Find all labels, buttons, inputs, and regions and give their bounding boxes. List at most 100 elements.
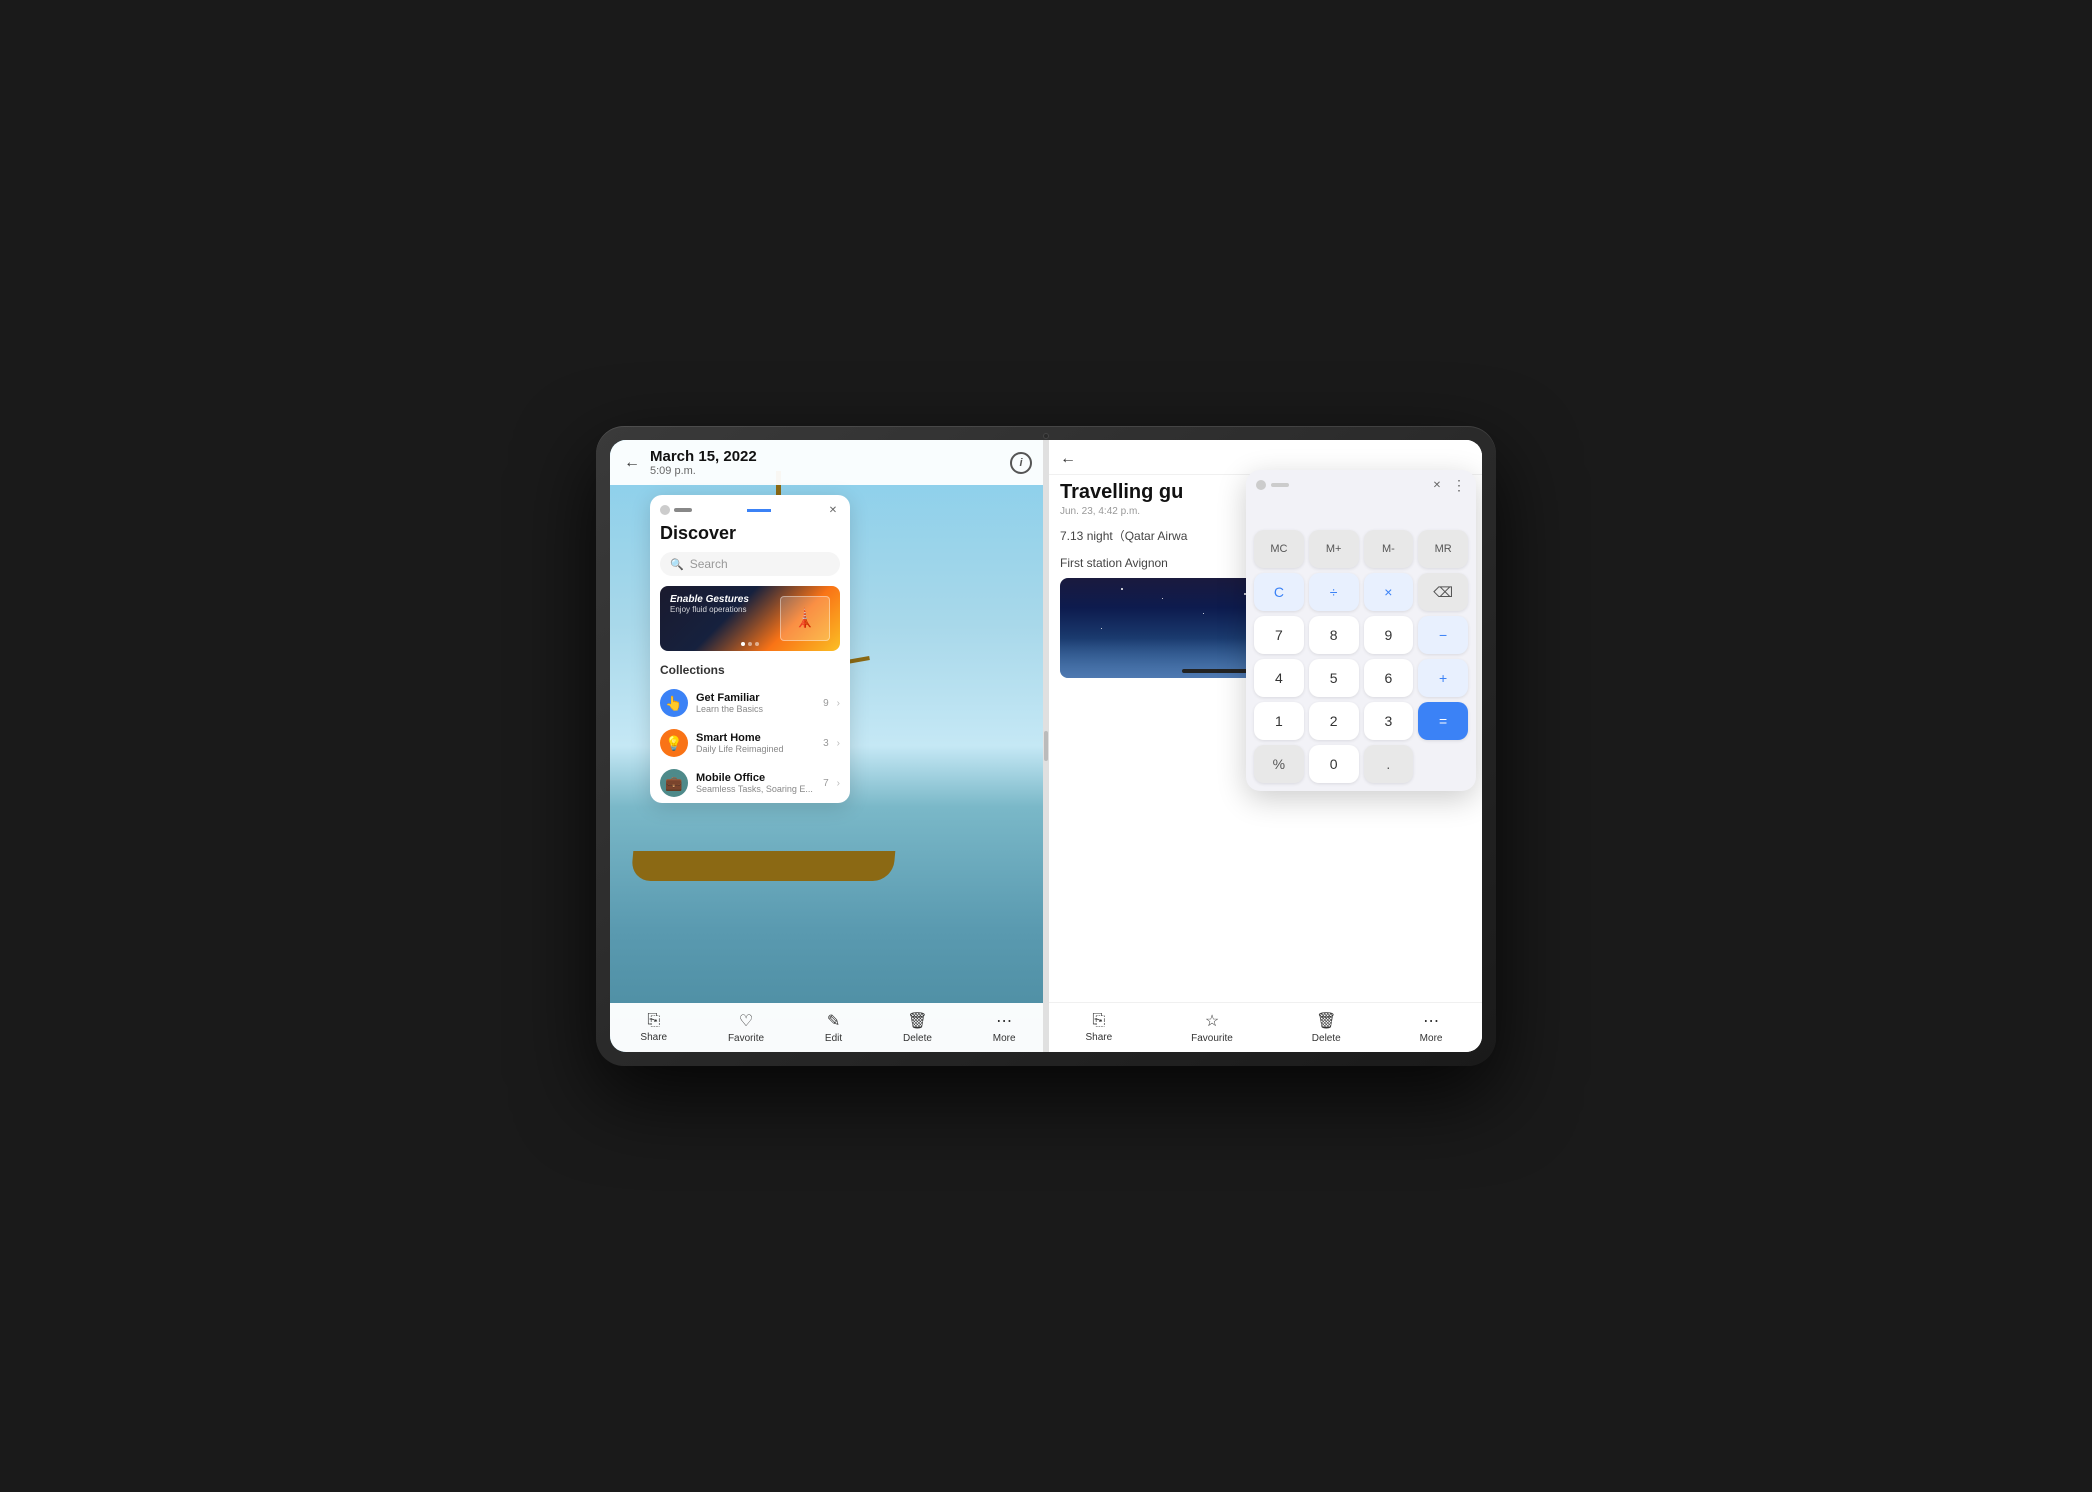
calc-btn-mminus[interactable]: M- (1364, 530, 1414, 568)
calc-btn-1[interactable]: 1 (1254, 702, 1304, 740)
calc-btn-percent[interactable]: % (1254, 745, 1304, 783)
right-favourite-button[interactable]: ☆ Favourite (1191, 1011, 1233, 1044)
collections-label: Collections (650, 661, 850, 683)
info-icon[interactable]: i (1010, 452, 1032, 474)
left-topbar-left: ← March 15, 2022 5:09 p.m. (624, 448, 757, 477)
calc-btn-mr[interactable]: MR (1418, 530, 1468, 568)
left-edit-button[interactable]: ✎ Edit (825, 1011, 842, 1044)
left-share-button[interactable]: ⎘ Share (640, 1012, 667, 1043)
smart-home-desc: Daily Life Reimagined (696, 744, 815, 754)
discover-panel: ✕ Discover 🔍 Search Enable Gestures Enjo… (650, 495, 850, 803)
left-topbar: ← March 15, 2022 5:09 p.m. i (610, 440, 1046, 485)
banner-text: Enable Gestures Enjoy fluid operations (670, 594, 749, 614)
discover-close-btn[interactable]: ✕ (826, 503, 840, 517)
left-title: March 15, 2022 (650, 448, 757, 465)
star (1101, 628, 1102, 629)
right-panel: ← Travelling gu Jun. 23, 4:42 p.m. 7.13 … (1046, 440, 1482, 1052)
left-back-button[interactable]: ← (624, 454, 640, 472)
discover-search-bar[interactable]: 🔍 Search (660, 552, 840, 576)
smart-home-icon: 💡 (660, 729, 688, 757)
mobile-office-desc: Seamless Tasks, Soaring E... (696, 784, 815, 794)
calc-minimize-btn[interactable] (1271, 483, 1289, 487)
left-favorite-button[interactable]: ♡ Favorite (728, 1011, 764, 1044)
left-more-button[interactable]: ⋯ More (993, 1011, 1016, 1044)
left-date: 5:09 p.m. (650, 465, 757, 477)
calc-btn-7[interactable]: 7 (1254, 616, 1304, 654)
calc-btn-2[interactable]: 2 (1309, 702, 1359, 740)
right-more-icon: ⋯ (1423, 1011, 1439, 1031)
calc-btn-plus[interactable]: + (1418, 659, 1468, 697)
right-delete-button[interactable]: 🗑 Delete (1312, 1011, 1341, 1044)
right-share-button[interactable]: ⎘ Share (1085, 1012, 1112, 1043)
get-familiar-text: Get Familiar Learn the Basics (696, 692, 815, 714)
calc-btn-multiply[interactable]: × (1364, 573, 1414, 611)
right-more-button[interactable]: ⋯ More (1420, 1011, 1443, 1044)
calc-btn-divide[interactable]: ÷ (1309, 573, 1359, 611)
calc-titlebar: ✕ ⋮ (1246, 470, 1476, 500)
star (1162, 598, 1163, 599)
calc-btn-0[interactable]: 0 (1309, 745, 1359, 783)
calc-win-controls (1256, 480, 1289, 490)
collection-item-smart-home[interactable]: 💡 Smart Home Daily Life Reimagined 3 › (650, 723, 850, 763)
more-icon: ⋯ (996, 1011, 1012, 1031)
right-favourite-icon: ☆ (1205, 1011, 1219, 1031)
calc-btn-9[interactable]: 9 (1364, 616, 1414, 654)
calc-btn-4[interactable]: 4 (1254, 659, 1304, 697)
lighthouse-icon: 🗼 (794, 608, 816, 629)
banner-subtitle: Enjoy fluid operations (670, 605, 749, 614)
calc-btn-mplus[interactable]: M+ (1309, 530, 1359, 568)
calc-btn-6[interactable]: 6 (1364, 659, 1414, 697)
calc-btn-5[interactable]: 5 (1309, 659, 1359, 697)
discover-titlebar: ✕ (650, 495, 850, 521)
discover-minimize-btn[interactable] (674, 508, 692, 512)
delete-label: Delete (903, 1033, 932, 1044)
calc-btn-equals[interactable]: = (1418, 702, 1468, 740)
right-more-label: More (1420, 1033, 1443, 1044)
mobile-office-chevron: › (837, 778, 840, 789)
boat-hull (630, 851, 894, 881)
calc-btn-backspace[interactable]: ⌫ (1418, 573, 1468, 611)
calc-btn-decimal[interactable]: . (1364, 745, 1414, 783)
calc-close-btn[interactable]: ✕ (1430, 478, 1444, 492)
calculator-overlay: ✕ ⋮ MC M+ M- MR C ÷ × ⌫ 7 (1246, 470, 1476, 791)
calc-win-btn-1 (1256, 480, 1266, 490)
right-back-button[interactable]: ← (1060, 450, 1076, 468)
mobile-office-text: Mobile Office Seamless Tasks, Soaring E.… (696, 772, 815, 794)
mobile-office-icon: 💼 (660, 769, 688, 797)
calc-btn-clear[interactable]: C (1254, 573, 1304, 611)
collection-item-get-familiar[interactable]: 👆 Get Familiar Learn the Basics 9 › (650, 683, 850, 723)
collection-item-mobile-office[interactable]: 💼 Mobile Office Seamless Tasks, Soaring … (650, 763, 850, 803)
banner-image: 🗼 (780, 596, 830, 641)
get-familiar-name: Get Familiar (696, 692, 815, 704)
smart-home-name: Smart Home (696, 732, 815, 744)
left-delete-button[interactable]: 🗑 Delete (903, 1011, 932, 1044)
calc-more-btn[interactable]: ⋮ (1452, 478, 1466, 492)
divider-handle[interactable] (1044, 731, 1048, 761)
right-delete-icon: 🗑 (1316, 1011, 1336, 1031)
discover-banner[interactable]: Enable Gestures Enjoy fluid operations 🗼 (660, 586, 840, 651)
calc-btn-minus[interactable]: − (1418, 616, 1468, 654)
edit-label: Edit (825, 1033, 842, 1044)
banner-dots (741, 642, 759, 646)
search-icon: 🔍 (670, 558, 684, 571)
smart-home-chevron: › (837, 738, 840, 749)
discover-underline (747, 509, 771, 512)
get-familiar-count: 9 (823, 698, 829, 709)
share-icon: ⎘ (647, 1012, 660, 1030)
delete-icon: 🗑 (907, 1011, 927, 1031)
calc-btn-mc[interactable]: MC (1254, 530, 1304, 568)
panel-divider (1043, 440, 1049, 1052)
left-title-group: March 15, 2022 5:09 p.m. (650, 448, 757, 477)
edit-icon: ✎ (827, 1011, 840, 1031)
calc-btn-8[interactable]: 8 (1309, 616, 1359, 654)
banner-dot-2 (748, 642, 752, 646)
get-familiar-chevron: › (837, 698, 840, 709)
smart-home-text: Smart Home Daily Life Reimagined (696, 732, 815, 754)
mobile-office-name: Mobile Office (696, 772, 815, 784)
banner-dot-1 (741, 642, 745, 646)
star (1121, 588, 1123, 590)
calc-btn-3[interactable]: 3 (1364, 702, 1414, 740)
banner-dot-3 (755, 642, 759, 646)
left-bottombar: ⎘ Share ♡ Favorite ✎ Edit 🗑 Delete ⋯ (610, 1003, 1046, 1052)
calc-display (1246, 500, 1476, 530)
